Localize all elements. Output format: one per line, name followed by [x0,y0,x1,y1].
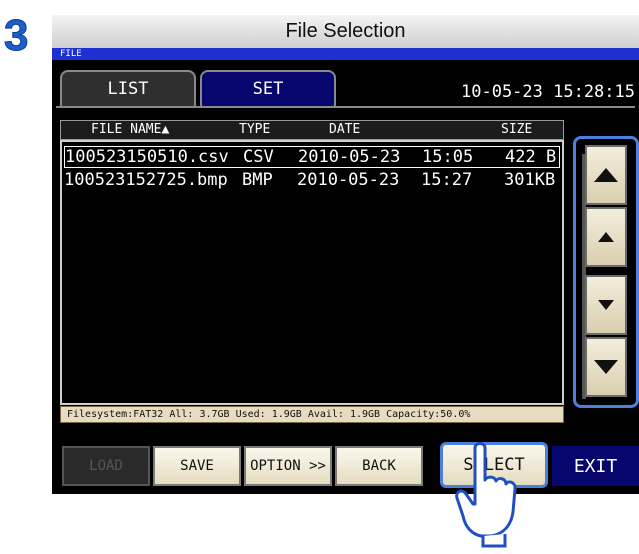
file-list-header: FILE NAME▲ TYPE DATE SIZE [60,120,564,140]
scroll-controls [573,136,639,408]
column-header-size[interactable]: SIZE [501,122,532,137]
tab-list-label: LIST [107,79,149,99]
column-header-type[interactable]: TYPE [239,122,270,137]
file-name: 100523150510.csv [65,147,229,167]
file-size: 422 B [505,147,557,167]
file-type: BMP [242,170,273,190]
table-row[interactable]: 100523152725.bmp BMP 2010-05-23 15:27 30… [64,169,560,191]
load-button: LOAD [62,446,150,486]
page-down-button[interactable] [585,337,627,397]
tab-set-label: SET [252,79,284,99]
save-button[interactable]: SAVE [153,446,241,486]
device-screen: FILE LIST SET 10-05-23 15:28:15 FILE NAM… [52,48,639,494]
step-number: 3 [4,11,29,60]
column-header-name[interactable]: FILE NAME▲ [91,122,169,137]
line-up-icon [598,232,614,242]
file-list: 100523150510.csv CSV 2010-05-23 15:05 42… [60,140,564,405]
file-date: 2010-05-23 [298,147,401,167]
line-down-button[interactable] [585,275,627,335]
page-up-icon [594,168,618,182]
exit-button[interactable]: EXIT [552,446,639,486]
line-down-icon [598,300,614,310]
filesystem-info: Filesystem:FAT32 All: 3.7GB Used: 1.9GB … [60,406,564,423]
file-date: 2010-05-23 [297,170,400,190]
column-header-date[interactable]: DATE [329,122,360,137]
tab-set[interactable]: SET [200,70,336,106]
screen-label: FILE [52,48,639,60]
file-name: 100523152725.bmp [64,170,228,190]
clock: 10-05-23 15:28:15 [461,82,635,102]
title-text: File Selection [285,20,406,42]
back-button[interactable]: BACK [335,446,423,486]
line-up-button[interactable] [585,207,627,267]
file-time: 15:27 [421,170,473,190]
page-up-button[interactable] [585,145,627,205]
table-row[interactable]: 100523150510.csv CSV 2010-05-23 15:05 42… [64,146,560,168]
page-down-icon [594,360,618,374]
window-title: File Selection [52,15,639,49]
file-time: 15:05 [422,147,474,167]
tab-list[interactable]: LIST [60,70,196,106]
file-size: 301KB [504,170,556,190]
file-type: CSV [243,147,274,167]
tab-divider [56,106,635,108]
option-button[interactable]: OPTION >> [244,446,332,486]
tap-hand-icon [455,442,517,548]
